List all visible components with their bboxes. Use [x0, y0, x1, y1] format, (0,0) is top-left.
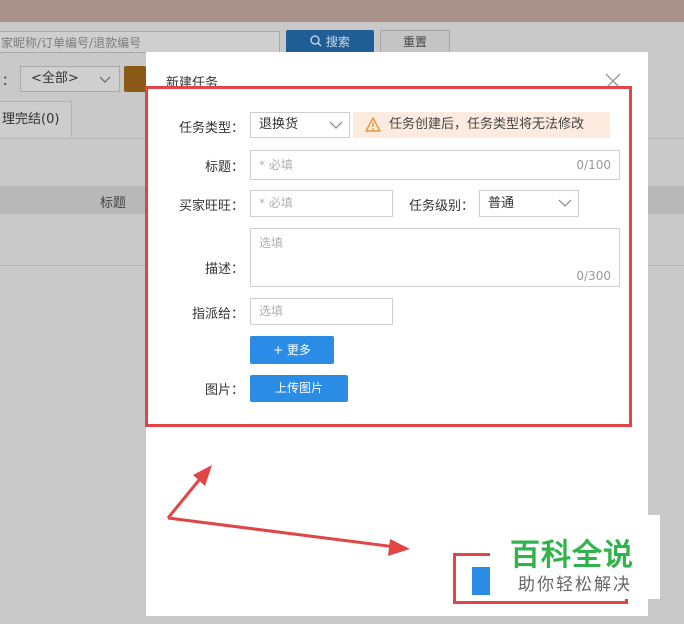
- watermark-subtitle: 助你轻松解决: [518, 575, 632, 595]
- watermark-title: 百科全说: [510, 538, 634, 573]
